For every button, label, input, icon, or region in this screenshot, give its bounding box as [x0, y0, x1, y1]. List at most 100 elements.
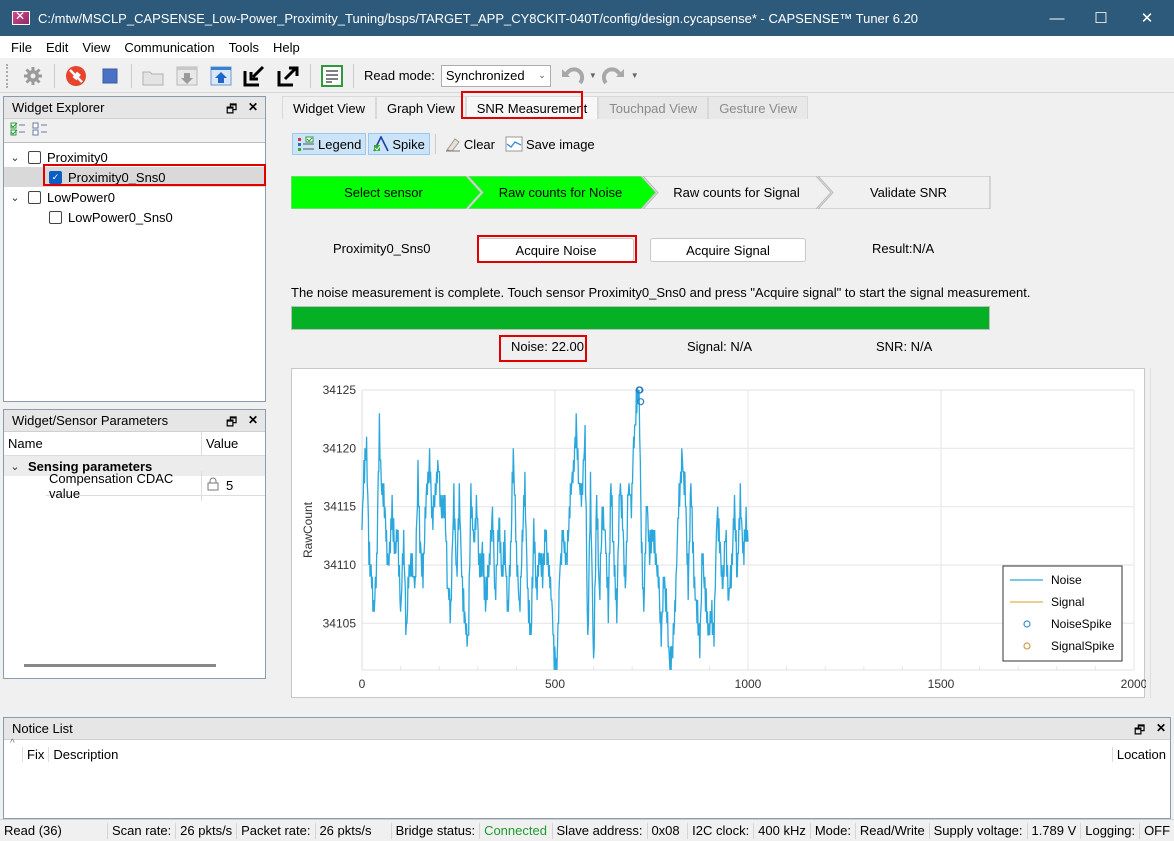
expand-chevron-icon[interactable]: ⌄	[8, 191, 22, 204]
expand-chevron-icon[interactable]: ⌄	[8, 151, 22, 164]
legend-label-signal: Signal	[1051, 595, 1084, 609]
toolbar-separator	[54, 63, 55, 88]
maximize-button[interactable]: ☐	[1078, 0, 1124, 36]
tab-gesture-view[interactable]: Gesture View	[708, 96, 808, 119]
y-tick-label: 34115	[324, 500, 357, 514]
tab-graph-view[interactable]: Graph View	[376, 96, 466, 119]
y-tick-label: 34120	[323, 441, 357, 455]
log-icon[interactable]	[319, 63, 345, 89]
column-header-location[interactable]: Location	[1111, 746, 1166, 762]
sensor-parameters-title: Widget/Sensor Parameters	[12, 413, 169, 428]
i2c-clock-label: I2C clock:	[692, 823, 750, 838]
tree-item-proximity0[interactable]: ⌄ Proximity0	[4, 147, 265, 167]
signal-value: Signal: N/A	[687, 339, 753, 354]
snr-value: SNR: N/A	[876, 339, 933, 354]
save-image-button[interactable]: Save image	[501, 133, 599, 155]
acquire-signal-button[interactable]: Acquire Signal	[650, 238, 806, 262]
tab-touchpad-view[interactable]: Touchpad View	[598, 96, 709, 119]
chart-side-gutter	[1150, 368, 1170, 698]
step-select-sensor: Select sensor	[344, 185, 423, 200]
check-all-icon[interactable]	[10, 122, 26, 139]
rawcount-chart: 0 500 1000 1500 2000 34105 34110 34115 34120 3412…	[291, 368, 1148, 698]
tree-item-lowpower0-sns0[interactable]: LowPower0_Sns0	[4, 207, 265, 227]
checkbox[interactable]	[28, 190, 41, 204]
checkbox-checked[interactable]: ✓	[49, 170, 62, 184]
minimize-button[interactable]: —	[1034, 0, 1080, 36]
stop-icon[interactable]	[97, 63, 123, 89]
toolbar-grip[interactable]	[6, 63, 10, 88]
redo-icon[interactable]	[601, 63, 627, 89]
packet-rate-label: Packet rate:	[241, 823, 311, 838]
checkbox[interactable]	[28, 150, 41, 164]
slave-address-value: 0x08	[651, 823, 680, 838]
toolbar-separator	[131, 63, 132, 88]
y-tick-label: 34110	[324, 558, 357, 572]
snr-steps: Select sensor Raw counts for Noise Raw c…	[291, 176, 991, 209]
export-icon[interactable]	[276, 63, 302, 89]
float-panel-icon[interactable]: 🗗	[226, 100, 237, 121]
import-icon[interactable]	[242, 63, 268, 89]
tab-snr-measurement[interactable]: SNR Measurement	[465, 96, 599, 119]
menu-edit[interactable]: Edit	[39, 40, 75, 55]
step-validate-snr: Validate SNR	[869, 185, 948, 200]
menu-view[interactable]: View	[75, 40, 117, 55]
acquire-noise-button[interactable]: Acquire Noise	[478, 238, 634, 262]
menu-tools[interactable]: Tools	[222, 40, 266, 55]
horizontal-scrollbar[interactable]	[24, 664, 216, 667]
legend-label-noise: Noise	[1051, 573, 1082, 587]
read-mode-select[interactable]: Synchronized ⌄	[440, 64, 551, 87]
undo-dropdown-icon[interactable]: ▼	[589, 71, 597, 80]
notice-list-header: ^ Fix Description Location	[4, 738, 1170, 768]
close-panel-icon[interactable]: ✕	[248, 413, 258, 427]
column-header-name[interactable]: Name	[4, 431, 202, 456]
widget-explorer-title-bar: Widget Explorer 🗗 ✕	[4, 97, 265, 119]
gear-icon[interactable]	[20, 63, 46, 89]
mode-label: Mode:	[814, 823, 851, 838]
save-image-label: Save image	[526, 136, 595, 152]
lock-icon	[206, 477, 220, 494]
menu-communication[interactable]: Communication	[117, 40, 221, 55]
uncheck-all-icon[interactable]	[32, 122, 48, 139]
column-header-description[interactable]: Description	[48, 746, 122, 762]
scan-rate-value: 26 pkts/s	[180, 823, 233, 838]
redo-dropdown-icon[interactable]: ▼	[631, 71, 639, 80]
checkbox[interactable]	[49, 210, 62, 224]
clear-button[interactable]: Clear	[441, 133, 499, 155]
close-button[interactable]: ✕	[1124, 0, 1170, 36]
write-to-device-icon[interactable]	[208, 63, 234, 89]
menu-help[interactable]: Help	[266, 40, 307, 55]
slave-address-label: Slave address:	[556, 823, 643, 838]
expand-chevron-icon[interactable]: ⌄	[8, 460, 22, 473]
widget-explorer-panel: Widget Explorer 🗗 ✕ ⌄ Proximity0 ✓ Proxi…	[3, 96, 266, 402]
tree-item-lowpower0[interactable]: ⌄ LowPower0	[4, 187, 265, 207]
column-header-value[interactable]: Value	[202, 436, 238, 451]
read-from-device-icon[interactable]	[174, 63, 200, 89]
noise-value: Noise: 22.00	[511, 339, 584, 354]
param-row[interactable]: Compensation CDAC value 5	[46, 470, 265, 501]
spike-toggle-button[interactable]: Spike	[368, 133, 430, 155]
float-panel-icon[interactable]: 🗗	[226, 413, 237, 434]
legend-toggle-button[interactable]: Legend	[292, 133, 367, 155]
close-panel-icon[interactable]: ✕	[1156, 721, 1166, 735]
step-raw-counts-noise: Raw counts for Noise	[498, 185, 623, 200]
close-panel-icon[interactable]: ✕	[248, 100, 258, 114]
legend-label: Legend	[318, 136, 362, 152]
status-message: The noise measurement is complete. Touch…	[291, 285, 1031, 300]
disconnect-icon[interactable]	[63, 63, 89, 89]
param-value[interactable]: 5	[226, 478, 233, 493]
undo-icon[interactable]	[559, 63, 585, 89]
float-panel-icon[interactable]: 🗗	[1134, 721, 1145, 742]
widget-explorer-title: Widget Explorer	[12, 100, 105, 115]
x-tick-label: 1500	[928, 677, 955, 691]
param-table-header: Name Value	[4, 431, 265, 456]
selected-sensor-label: Proximity0_Sns0	[333, 241, 431, 256]
main-toolbar: Read mode: Synchronized ⌄ ▼ ▼	[0, 59, 1174, 93]
tree-item-proximity0-sns0[interactable]: ✓ Proximity0_Sns0	[4, 167, 265, 187]
notice-list-title-bar: Notice List 🗗 ✕	[4, 718, 1170, 740]
clear-label: Clear	[463, 136, 495, 152]
column-header-fix[interactable]: Fix	[22, 746, 48, 762]
menu-file[interactable]: File	[4, 40, 39, 55]
open-folder-icon[interactable]	[140, 63, 166, 89]
tab-widget-view[interactable]: Widget View	[282, 96, 377, 119]
chart-svg: 0 500 1000 1500 2000 34105 34110 34115 34120 3412…	[301, 383, 1148, 691]
